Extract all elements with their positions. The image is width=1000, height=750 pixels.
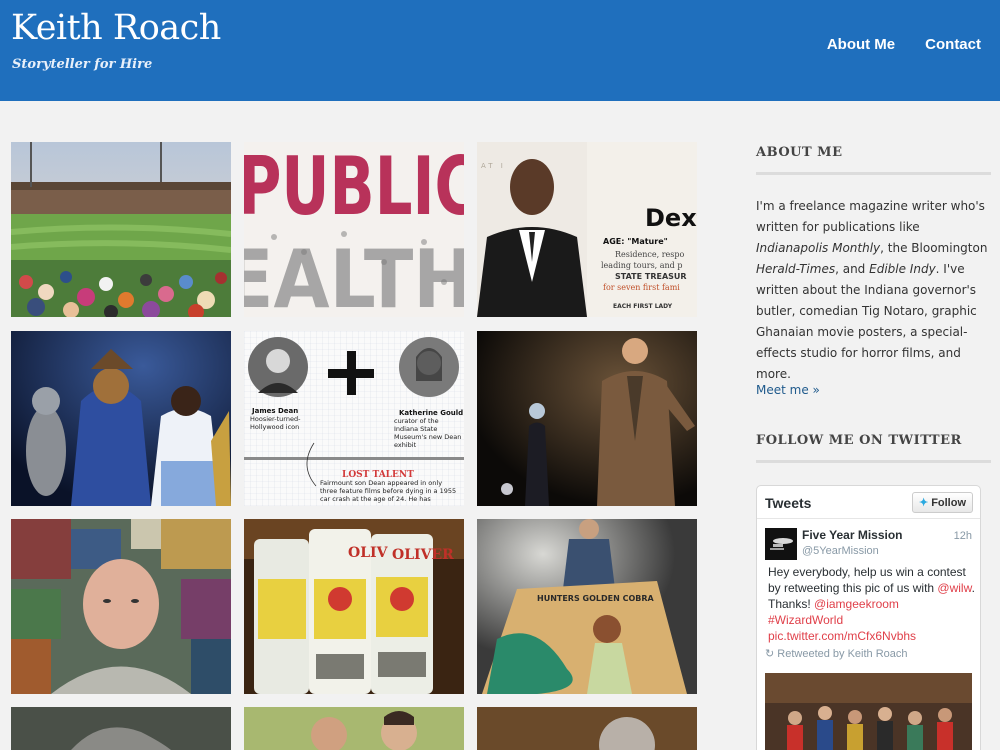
meet-me-row: Meet me » [756,381,991,399]
retweet-icon: ↻ [765,648,775,660]
about-heading: ABOUT ME [756,145,991,175]
starship-icon [765,528,797,560]
portfolio-tile-movie-poster[interactable]: HUNTERS GOLDEN COBRA [477,519,697,694]
portfolio-tile-james-dean[interactable]: James Dean Hoosier-turned-Hollywood icon… [244,331,464,506]
portfolio-tile-wizard-of-oz[interactable] [11,331,231,506]
movie-poster-title: HUNTERS GOLDEN COBRA [537,594,654,603]
butler-body-4: for seven first fami [603,283,680,292]
about-text-part: . I've written about the Indiana governo… [756,262,977,381]
tweet-timestamp[interactable]: 12h [954,530,972,542]
james-dean-infographic-image: James Dean Hoosier-turned-Hollywood icon… [244,331,464,506]
tweet-group-photo [765,673,972,750]
tweet-mention-iamgeekroom[interactable]: @iamgeekroom [814,597,899,611]
dean-caption: Hoosier-turned-Hollywood icon [250,415,301,431]
about-text-part: , and [835,262,870,276]
about-text: I'm a freelance magazine writer who's wr… [756,196,991,385]
butler-age-line: AGE: "Mature" [603,237,668,246]
about-widget: ABOUT ME [756,145,991,175]
portfolio-tile-row4-1[interactable] [11,707,231,750]
portfolio-tile-row4-2[interactable] [244,707,464,750]
tweet-mention-wilw[interactable]: @wilw [937,581,971,595]
oliver-beer-cans-image: OLIVER OLIV [244,519,464,694]
tweet-retweet-note: ↻ Retweeted by Keith Roach [765,647,908,660]
portfolio-tile-baseball[interactable] [11,142,231,317]
twitter-bird-icon: ✦ [918,497,929,509]
ghanaian-movie-poster-image: HUNTERS GOLDEN COBRA [477,519,697,694]
about-publication: Herald-Times [756,262,836,276]
gould-name: Katherine Gould [399,409,463,417]
main-nav: About Me Contact [827,36,981,53]
twitter-widget-heading-wrap: FOLLOW ME ON TWITTER [756,433,991,463]
public-health-word-health: EALTH [244,233,464,317]
twitter-follow-button[interactable]: ✦ Follow [912,492,973,513]
dean-name: James Dean [251,407,298,415]
tweet-author-avatar[interactable] [765,528,797,560]
site-header: Keith Roach Storyteller for Hire About M… [0,0,1000,101]
butler-body-3: STATE TREASUR [615,272,687,281]
butler-headline: Dext [645,204,697,232]
partial-photo-2-image [244,707,464,750]
meet-me-link[interactable]: Meet me » [756,383,820,397]
butler-kicker: AT I [481,162,506,170]
retweeted-by-text: Retweeted by Keith Roach [777,648,908,660]
butler-body-1: Residence, respo [615,250,685,259]
site-tagline: Storyteller for Hire [12,57,153,72]
baseball-stadium-image [11,142,231,317]
partial-photo-1-image [11,707,231,750]
butler-body-5: EACH FIRST LADY [613,303,673,310]
oliver-can-label-2: OLIV [348,545,389,561]
wizard-of-oz-stage-image [11,331,231,506]
public-health-word-public: PUBLIC [244,142,464,233]
nav-about-me[interactable]: About Me [827,36,895,53]
tweet-text: Hey everybody, help us win a contest by … [768,564,978,644]
twitter-follow-label: Follow [931,496,967,509]
bald-man-portrait-image [11,519,231,694]
portfolio-tile-portrait[interactable] [11,519,231,694]
portfolio-tile-butler[interactable]: AT I Dext AGE: "Mature" Residence, respo… [477,142,697,317]
gould-caption: curator of the Indiana State Museum's ne… [394,417,462,449]
tweet-author-handle[interactable]: @5YearMission [802,545,879,557]
about-text-block: I'm a freelance magazine writer who's wr… [756,196,991,385]
portfolio-tile-oliver-cans[interactable]: OLIVER OLIV [244,519,464,694]
tweet-hashtag[interactable]: #WizardWorld [768,613,843,627]
tweet-pic-link[interactable]: pic.twitter.com/mCfx6Nvbhs [768,629,916,643]
portfolio-tile-theater[interactable] [477,331,697,506]
twitter-timeline-header: Tweets ✦ Follow [757,486,980,519]
portfolio-tile-row4-3[interactable] [477,707,697,750]
tweet-photo[interactable] [765,673,972,750]
partial-photo-3-image [477,707,697,750]
theater-performer-image [477,331,697,506]
twitter-heading: FOLLOW ME ON TWITTER [756,433,991,463]
about-publication: Edible Indy [869,262,936,276]
about-text-part: I'm a freelance magazine writer who's wr… [756,199,985,234]
public-health-typography-image: PUBLIC EALTH [244,142,464,317]
governor-butler-image: AT I Dext AGE: "Mature" Residence, respo… [477,142,697,317]
oliver-can-label: OLIVER [392,547,454,563]
lost-talent-body: Fairmount son Dean appeared in only thre… [320,479,457,503]
twitter-timeline-title[interactable]: Tweets [765,495,811,511]
tweet-author-name[interactable]: Five Year Mission [802,528,903,542]
portfolio-tile-public-health[interactable]: PUBLIC EALTH [244,142,464,317]
site-title[interactable]: Keith Roach [11,8,221,48]
twitter-timeline: Tweets ✦ Follow Five Year Mission @5Year… [756,485,981,750]
nav-contact[interactable]: Contact [925,36,981,53]
about-publication: Indianapolis Monthly [756,241,881,255]
butler-body-2: leading tours, and p [601,261,682,270]
about-text-part: , the Bloomington [880,241,988,255]
